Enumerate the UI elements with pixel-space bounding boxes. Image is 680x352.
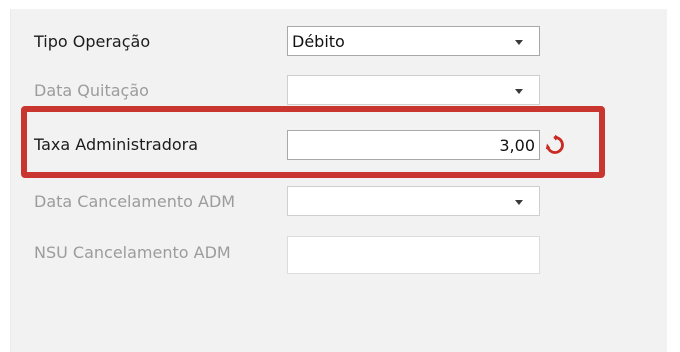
nsu-cancelamento-adm-label: NSU Cancelamento ADM bbox=[34, 243, 231, 262]
chevron-down-icon[interactable] bbox=[515, 40, 523, 45]
nsu-cancelamento-adm-input[interactable] bbox=[287, 236, 540, 274]
data-quitacao-label: Data Quitação bbox=[34, 81, 149, 100]
taxa-administradora-input[interactable]: 3,00 bbox=[287, 130, 540, 160]
chevron-down-icon[interactable] bbox=[515, 89, 523, 94]
data-cancelamento-adm-label: Data Cancelamento ADM bbox=[34, 192, 236, 211]
tipo-operacao-label: Tipo Operação bbox=[34, 32, 151, 51]
data-quitacao-select[interactable] bbox=[287, 75, 540, 105]
data-cancelamento-adm-select[interactable] bbox=[287, 186, 540, 216]
tipo-operacao-value: Débito bbox=[292, 32, 345, 51]
taxa-administradora-label: Taxa Administradora bbox=[34, 135, 199, 154]
form-panel bbox=[10, 9, 667, 352]
chevron-down-icon[interactable] bbox=[515, 200, 523, 205]
taxa-administradora-value: 3,00 bbox=[499, 136, 535, 155]
refresh-icon[interactable] bbox=[543, 133, 567, 157]
tipo-operacao-select[interactable]: Débito bbox=[287, 26, 540, 56]
